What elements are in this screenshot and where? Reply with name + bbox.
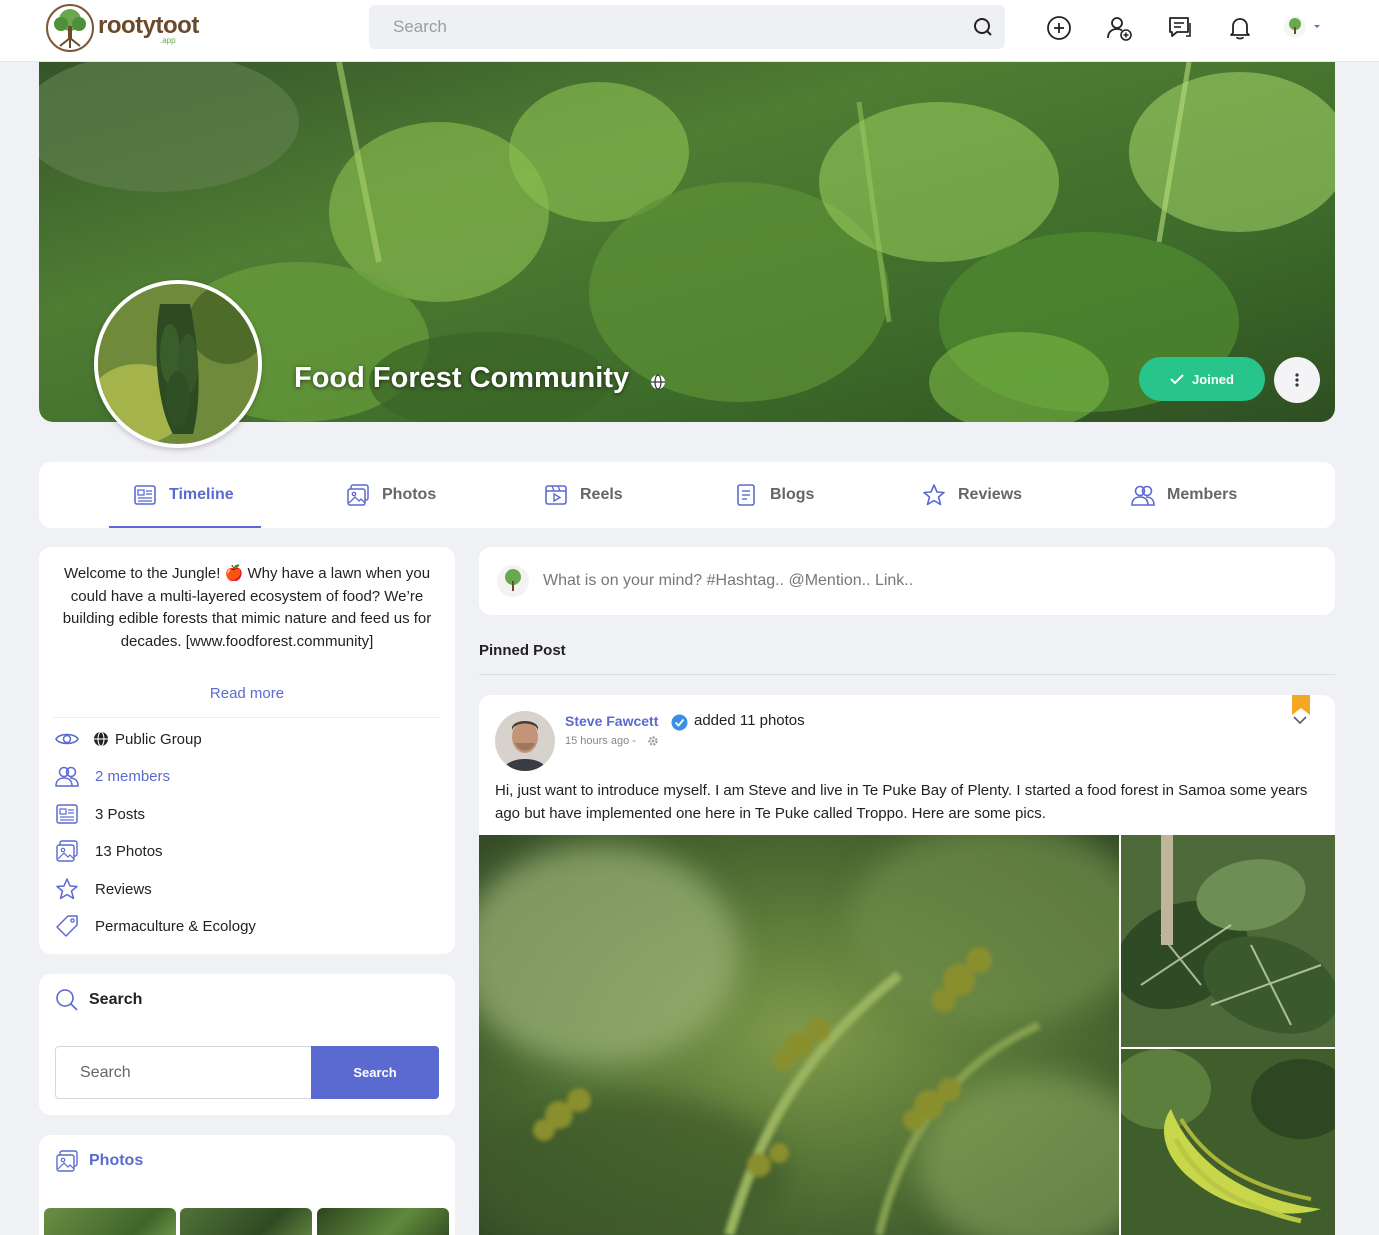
joined-label: Joined [1192,371,1234,387]
gear-icon [648,736,658,746]
tab-members[interactable]: Members [1131,462,1237,528]
info-label: Public Group [115,730,202,748]
search-card-header: Search [55,988,142,1012]
post-body-text: Hi, just want to introduce myself. I am … [495,782,1308,822]
tab-blogs[interactable]: Blogs [734,462,814,528]
tab-label: Blogs [770,486,815,503]
users-icon [1131,485,1155,506]
tab-label: Reels [580,486,623,503]
users-icon [55,766,79,787]
newspaper-icon [134,485,156,505]
photos-card-header[interactable]: Photos [55,1149,143,1173]
search-icon [56,989,78,1011]
checkmark-icon [1170,374,1184,385]
tree-logo-icon[interactable] [46,4,94,52]
divider [479,674,1335,675]
tab-reels[interactable]: Reels [544,462,623,528]
group-avatar[interactable] [94,280,262,448]
star-icon [56,878,78,900]
user-avatar [497,565,529,597]
tab-label: Photos [382,486,437,503]
pinned-bookmark-icon [1292,695,1310,715]
globe-icon [94,731,108,747]
create-plus-icon[interactable] [1045,14,1073,42]
image-icon [56,1150,78,1172]
tab-photos[interactable]: Photos [346,462,436,528]
group-photos-card: Photos [39,1135,455,1235]
post-composer [479,547,1335,615]
post-timestamp[interactable]: 15 hours ago - [565,735,636,747]
info-row-category: Permaculture & Ecology [55,913,256,939]
info-row-posts: 3 Posts [55,801,145,827]
pinned-post-heading: Pinned Post [479,642,566,659]
messages-icon[interactable] [1166,14,1194,42]
verified-badge-icon [671,714,688,731]
joined-button[interactable]: Joined [1139,357,1265,401]
star-icon [923,484,945,506]
post-photo-main[interactable] [479,835,1119,1235]
group-title: Food Forest Community [294,362,630,394]
group-description: Welcome to the Jungle! 🍎 Why have a lawn… [62,565,432,650]
global-search-bar [369,5,1005,49]
tab-label: Members [1167,486,1238,503]
newspaper-icon [56,804,78,824]
post-action-text: added 11 photos [694,712,805,729]
add-friend-icon[interactable] [1105,14,1133,42]
members-count-link[interactable]: 2 members [95,768,170,785]
brand-suffix: .app [160,36,176,45]
tag-icon [56,915,78,937]
info-label: Reviews [95,880,152,898]
info-label: Permaculture & Ecology [95,917,256,935]
tab-timeline[interactable]: Timeline [133,462,234,528]
eye-icon [55,733,79,745]
info-row-reviews: Reviews [55,876,152,902]
pinned-post-card: Steve Fawcett added 11 photos 15 hours a… [479,695,1335,1235]
info-row-privacy: Public Group [55,726,202,752]
user-avatar-menu[interactable] [1282,14,1324,42]
group-more-options-button[interactable] [1274,357,1320,403]
active-tab-indicator [109,526,261,528]
globe-icon [651,374,665,390]
group-search-button[interactable]: Search [311,1046,439,1099]
image-icon [347,484,369,506]
tab-reviews[interactable]: Reviews [922,462,1022,528]
video-icon [545,485,567,505]
group-search-card: Search Search [39,974,455,1115]
group-tabs: Timeline Photos Reels Blogs Reviews Memb… [39,462,1335,528]
notification-bell-icon[interactable] [1226,14,1254,42]
search-icon[interactable] [973,17,993,37]
post-photo-thumbnail[interactable] [1121,1049,1335,1235]
tab-label: Reviews [958,486,1023,503]
document-icon [737,484,755,506]
photo-thumbnail[interactable] [317,1208,449,1235]
post-author-name[interactable]: Steve Fawcett [565,713,658,729]
post-photo-thumbnail[interactable] [1121,835,1335,1047]
group-search-input[interactable] [55,1046,311,1099]
post-composer-input[interactable] [543,561,1303,601]
info-label: 13 Photos [95,842,163,860]
info-row-members[interactable]: 2 members [55,763,170,789]
photos-card-title: Photos [89,1152,144,1169]
tab-label: Timeline [169,486,234,503]
image-icon [56,840,78,862]
photo-thumbnail[interactable] [44,1208,176,1235]
vertical-ellipsis-icon [1295,373,1299,387]
search-card-title: Search [89,991,143,1008]
global-search-input[interactable] [369,5,929,49]
author-avatar[interactable] [495,711,555,771]
photo-thumbnail[interactable] [180,1208,312,1235]
top-navigation-bar: rootytoot .app [0,0,1379,62]
read-more-link[interactable]: Read more [39,685,455,702]
info-label: 3 Posts [95,805,146,823]
group-about-card: Welcome to the Jungle! 🍎 Why have a lawn… [39,547,455,954]
divider [53,717,441,718]
chevron-down-icon[interactable] [1292,715,1308,725]
brand-name[interactable]: rootytoot [98,12,199,40]
info-row-photos: 13 Photos [55,838,163,864]
